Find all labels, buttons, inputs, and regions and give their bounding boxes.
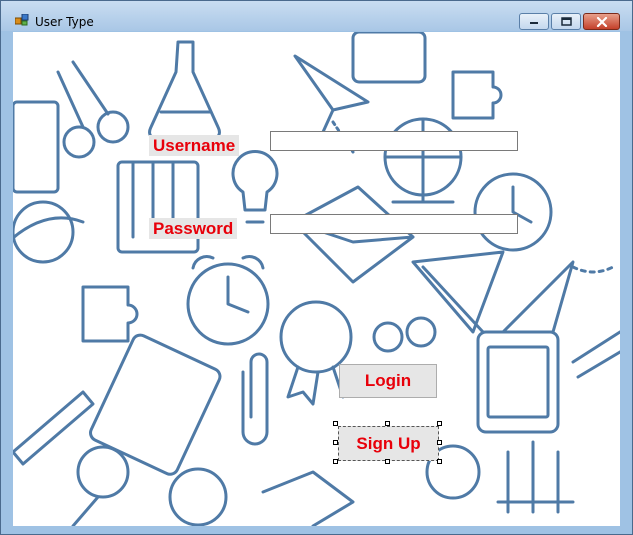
minimize-icon [530,21,538,24]
minimize-button[interactable] [519,13,549,30]
password-input[interactable] [270,214,518,234]
selection-handle[interactable] [385,421,390,426]
password-label: Password [149,218,238,239]
maximize-icon [560,17,572,26]
login-button[interactable]: Login [339,364,437,398]
form-client-area: Username Password Login Sign Up [13,32,620,526]
selection-handle[interactable] [333,440,338,445]
app-icon [15,14,29,26]
selection-handle[interactable] [333,421,338,426]
app-window: User Type Username Password Login Sign U… [0,0,633,535]
signup-button[interactable]: Sign Up [338,426,439,461]
selection-handle[interactable] [385,459,390,464]
maximize-button[interactable] [551,13,581,30]
close-icon [596,16,607,27]
selection-handle[interactable] [437,421,442,426]
username-input[interactable] [270,131,518,151]
selection-handle[interactable] [437,440,442,445]
username-label: Username [149,135,240,156]
title-bar[interactable]: User Type [1,1,632,31]
window-title: User Type [35,15,94,29]
close-button[interactable] [583,13,620,30]
doodle-background [13,32,620,526]
selection-handle[interactable] [333,459,338,464]
selection-handle[interactable] [437,459,442,464]
